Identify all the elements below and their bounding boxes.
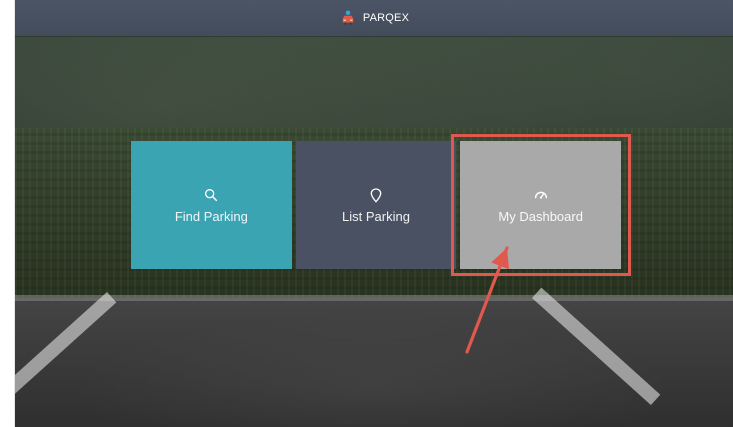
list-parking-tile[interactable]: List Parking bbox=[295, 141, 457, 269]
app-frame: PARQEX Find Parking List Parking My Dash… bbox=[14, 0, 733, 427]
primary-action-tiles: Find Parking List Parking My Dashboard bbox=[131, 141, 622, 269]
my-dashboard-label: My Dashboard bbox=[498, 208, 583, 224]
speedometer-icon bbox=[533, 187, 549, 203]
car-logo-icon bbox=[339, 9, 357, 27]
brand-name: PARQEX bbox=[362, 12, 410, 24]
top-bar: PARQEX bbox=[15, 0, 733, 36]
my-dashboard-tile[interactable]: My Dashboard bbox=[460, 141, 622, 269]
find-parking-tile[interactable]: Find Parking bbox=[131, 141, 292, 269]
map-pin-icon bbox=[368, 187, 384, 203]
search-icon bbox=[203, 187, 219, 203]
find-parking-label: Find Parking bbox=[174, 208, 248, 224]
list-parking-label: List Parking bbox=[342, 208, 410, 224]
